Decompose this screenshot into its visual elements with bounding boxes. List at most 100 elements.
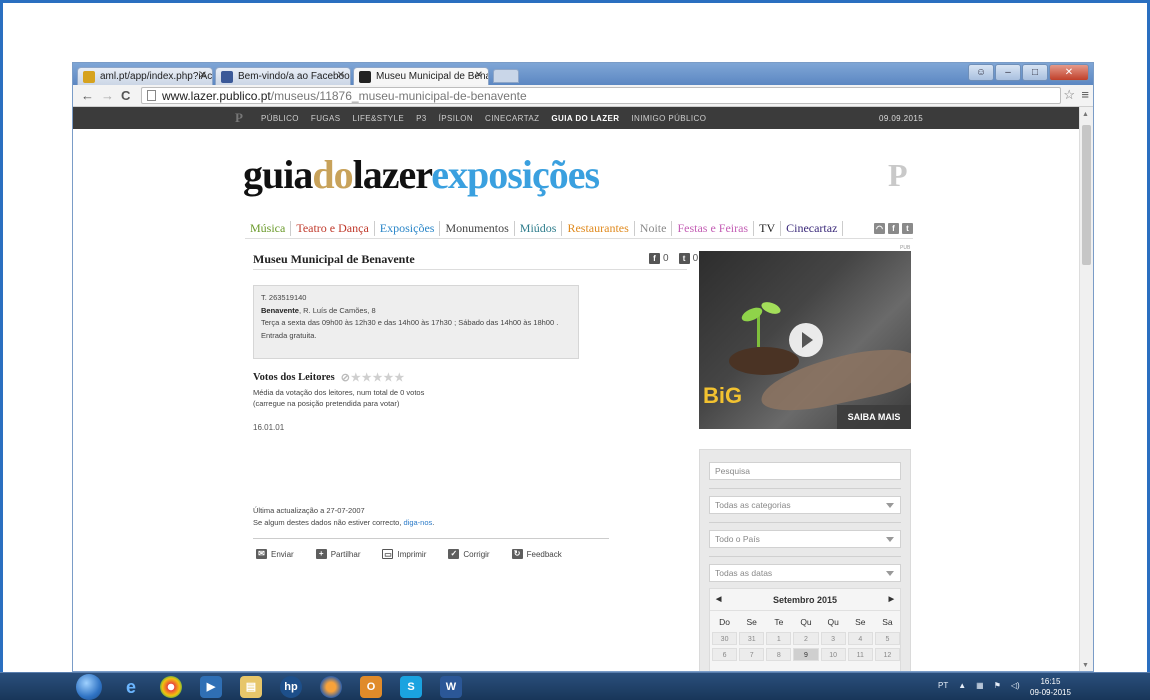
calendar-day[interactable]: 12 — [874, 648, 900, 661]
tab-facebook[interactable]: Bem-vindo/a ao Faceboo ✕ — [215, 67, 351, 85]
calendar-day[interactable]: 7 — [739, 648, 765, 661]
calendar-day[interactable]: 4 — [847, 632, 873, 645]
scrollbar-thumb[interactable] — [1082, 125, 1091, 265]
site-link-inimigo-publico[interactable]: INIMIGO PÚBLICO — [631, 114, 706, 123]
category-musica[interactable]: Música — [245, 221, 292, 236]
category-exposicoes[interactable]: Exposições — [375, 221, 441, 236]
reset-rating-icon[interactable]: ⊘ — [341, 371, 350, 384]
network-icon[interactable]: ▦ — [976, 681, 984, 690]
forward-arrow-icon[interactable]: → — [101, 88, 114, 103]
facebook-share[interactable]: f 0 — [649, 253, 669, 264]
site-link-lifestyle[interactable]: LIFE&STYLE — [352, 114, 404, 123]
profile-icon[interactable]: ☺ — [968, 64, 994, 81]
close-window-button[interactable]: ✕ — [1049, 64, 1089, 81]
skype-icon[interactable]: S — [400, 676, 422, 698]
category-teatro-e-danca[interactable]: Teatro e Dança — [291, 221, 375, 236]
category-cinecartaz[interactable]: Cinecartaz — [781, 221, 844, 236]
category-noite[interactable]: Noite — [635, 221, 673, 236]
next-month-icon[interactable]: ▶ — [889, 589, 894, 611]
close-tab-icon[interactable]: ✕ — [199, 70, 207, 81]
clock[interactable]: 16:15 09-09-2015 — [1030, 676, 1071, 698]
close-tab-icon[interactable]: ✕ — [475, 70, 483, 81]
chrome-icon[interactable] — [160, 676, 182, 698]
ie-icon[interactable]: e — [120, 676, 142, 698]
tray-expand-icon[interactable]: ▲ — [958, 681, 966, 690]
site-link-publico[interactable]: PÚBLICO — [261, 114, 299, 123]
site-link-fugas[interactable]: FUGAS — [311, 114, 341, 123]
category-select[interactable]: Todas as categorias — [709, 496, 901, 514]
facebook-count: 0 — [663, 253, 669, 264]
site-link-p3[interactable]: P3 — [416, 114, 427, 123]
region-select[interactable]: Todo o País — [709, 530, 901, 548]
calendar-day[interactable]: 8 — [766, 648, 792, 661]
tab-museu[interactable]: Museu Municipal de Bena ✕ — [353, 67, 489, 85]
rss-icon[interactable]: ◠ — [874, 223, 885, 234]
feedback-button[interactable]: ↻ Feedback — [511, 549, 562, 559]
new-tab-button[interactable] — [493, 69, 519, 83]
menu-icon[interactable]: ≡ — [1081, 87, 1089, 102]
twitter-share[interactable]: t 0 — [678, 253, 698, 264]
search-input[interactable]: Pesquisa — [709, 462, 901, 480]
scroll-down-icon[interactable]: ▼ — [1082, 662, 1089, 669]
calendar-day[interactable]: 31 — [739, 632, 765, 645]
reload-icon[interactable]: C — [121, 88, 130, 103]
url-input[interactable]: www.lazer.publico.pt/museus/11876_museu-… — [141, 87, 1061, 104]
site-link-cinecartaz[interactable]: CINECARTAZ — [485, 114, 539, 123]
start-button[interactable] — [76, 674, 102, 700]
calendar-day[interactable]: 1 — [766, 632, 792, 645]
calendar-day[interactable]: 6 — [712, 648, 738, 661]
word-icon[interactable]: W — [440, 676, 462, 698]
category-tv[interactable]: TV — [754, 221, 782, 236]
date-select[interactable]: Todas as datas — [709, 564, 901, 582]
close-tab-icon[interactable]: ✕ — [337, 70, 345, 81]
calendar-day[interactable]: 11 — [847, 648, 873, 661]
calendar-day[interactable]: 30 — [712, 632, 738, 645]
maximize-button[interactable]: □ — [1022, 64, 1048, 81]
explorer-folder-icon[interactable]: ▤ — [240, 676, 262, 698]
saiba-mais-button[interactable]: SAIBA MAIS — [837, 405, 911, 429]
calendar-day[interactable]: 5 — [874, 632, 900, 645]
star-icon[interactable]: ★ — [373, 371, 383, 384]
site-link-ipsilon[interactable]: ÍPSILON — [439, 114, 473, 123]
category-monumentos[interactable]: Monumentos — [440, 221, 515, 236]
corrigir-button[interactable]: ✓ Corrigir — [448, 549, 490, 559]
star-icon[interactable]: ★ — [351, 371, 361, 384]
publico-logo[interactable]: P — [235, 110, 243, 126]
guia-do-lazer-logo[interactable]: guiadolazerexposições — [243, 151, 600, 198]
volume-icon[interactable]: ◁) — [1011, 681, 1020, 690]
firefox-icon[interactable] — [320, 676, 342, 698]
hp-icon[interactable]: hp — [280, 676, 302, 698]
bookmark-star-icon[interactable]: ☆ — [1063, 87, 1075, 103]
flag-icon[interactable]: ⚑ — [994, 681, 1001, 690]
scroll-up-icon[interactable]: ▲ — [1082, 111, 1089, 118]
diga-nos-link[interactable]: diga-nos — [404, 518, 433, 527]
twitter-icon[interactable]: t — [902, 223, 913, 234]
calendar-day[interactable]: 9 — [793, 648, 819, 661]
facebook-icon[interactable]: f — [888, 223, 899, 234]
star-icon[interactable]: ★ — [384, 371, 394, 384]
media-icon[interactable]: ▶ — [200, 676, 222, 698]
back-arrow-icon[interactable]: ← — [81, 88, 94, 103]
partilhar-button[interactable]: + Partilhar — [315, 549, 360, 559]
imprimir-button[interactable]: ▭ Imprimir — [382, 549, 426, 559]
rating-stars[interactable]: ⊘ ★ ★ ★ ★ ★ — [341, 371, 405, 384]
page-scrollbar[interactable]: ▲ ▼ — [1079, 107, 1093, 671]
calendar-day[interactable]: 2 — [793, 632, 819, 645]
outlook-icon[interactable]: O — [360, 676, 382, 698]
enviar-button[interactable]: ✉ Enviar — [256, 549, 294, 559]
site-link-guia-do-lazer[interactable]: GUIA DO LAZER — [551, 114, 619, 123]
video-ad[interactable]: BiG SAIBA MAIS — [699, 251, 911, 429]
category-miudos[interactable]: Miúdos — [515, 221, 563, 236]
language-indicator[interactable]: PT — [938, 681, 948, 690]
star-icon[interactable]: ★ — [394, 371, 404, 384]
play-icon[interactable] — [789, 323, 823, 357]
category-restaurantes[interactable]: Restaurantes — [562, 221, 635, 236]
category-festas-e-feiras[interactable]: Festas e Feiras — [672, 221, 755, 236]
tab-aml[interactable]: aml.pt/app/index.php?iAc ✕ — [77, 67, 213, 85]
star-icon[interactable]: ★ — [362, 371, 372, 384]
prev-month-icon[interactable]: ◀ — [716, 589, 721, 611]
minimize-button[interactable]: – — [995, 64, 1021, 81]
calendar-day[interactable]: 3 — [820, 632, 846, 645]
museum-city: Benavente — [261, 305, 299, 315]
calendar-day[interactable]: 10 — [820, 648, 846, 661]
